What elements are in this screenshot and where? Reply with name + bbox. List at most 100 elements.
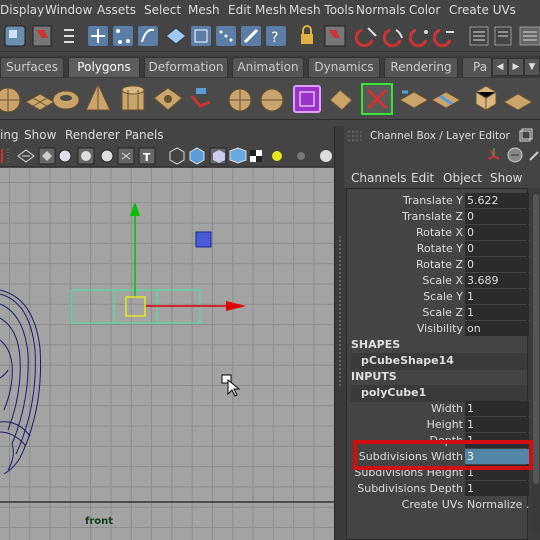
tab-animation[interactable]: Animation xyxy=(232,57,304,77)
shadows-icon[interactable] xyxy=(272,151,282,161)
input-row-height[interactable]: Height 1 xyxy=(351,417,529,433)
channel-row-visibility[interactable]: Visibility on xyxy=(351,321,529,337)
move-manipulator[interactable] xyxy=(125,202,246,317)
input-row-subdivisions-depth[interactable]: Subdivisions Depth 1 xyxy=(351,481,529,497)
poly-torus-icon[interactable] xyxy=(52,90,80,110)
float-panel-icon[interactable] xyxy=(519,128,533,142)
uv-map-icon[interactable] xyxy=(430,91,462,109)
active-tool-icon[interactable] xyxy=(361,83,393,115)
highlight-selection-icon[interactable] xyxy=(324,25,346,47)
tab-deformation[interactable]: Deformation xyxy=(144,57,228,77)
paint-select-icon[interactable] xyxy=(241,26,261,46)
viewport-menu-renderer[interactable]: Renderer xyxy=(65,128,120,142)
channel-row-translate-y[interactable]: Translate Y 5.622 xyxy=(351,193,529,209)
channel-row-scale-z[interactable]: Scale Z1 xyxy=(351,305,529,321)
shape-node-name[interactable]: pCubeShape14 xyxy=(351,353,527,370)
textured-icon[interactable] xyxy=(100,149,114,163)
channel-row-scale-x[interactable]: Scale X 3.689 xyxy=(351,273,529,289)
tab-partial[interactable]: Pa xyxy=(462,57,492,77)
poly-pyramid-icon[interactable] xyxy=(85,82,111,111)
menu-mesh-tools[interactable]: Mesh Tools xyxy=(289,3,354,17)
channel-value-field[interactable]: 1 xyxy=(465,481,529,496)
snap-plane-icon[interactable] xyxy=(432,28,454,48)
splitter-grip[interactable] xyxy=(339,236,341,386)
attribute-editor-toggle-icon[interactable] xyxy=(529,151,539,161)
lights-icon[interactable] xyxy=(117,147,135,165)
menu-color[interactable]: Color xyxy=(409,3,440,17)
snap-points-icon[interactable] xyxy=(216,26,236,46)
ambient-occlusion-icon[interactable] xyxy=(297,152,305,160)
channel-value-field[interactable]: 1 xyxy=(465,289,529,304)
xray-icon[interactable] xyxy=(209,147,227,165)
edge-mask-icon[interactable] xyxy=(138,26,158,46)
menu-assets[interactable]: Assets xyxy=(97,3,136,17)
select-by-component-icon[interactable] xyxy=(88,26,108,46)
channel-value-field[interactable]: 3.689 xyxy=(465,273,529,288)
viewport-menu-panels[interactable]: Panels xyxy=(125,128,164,142)
channel-value-field[interactable]: 0 xyxy=(465,257,529,272)
menu-window[interactable]: Window xyxy=(45,3,92,17)
channel-value-field[interactable]: 1 xyxy=(465,305,529,320)
vertex-mask-icon[interactable] xyxy=(113,26,133,46)
viewport-front[interactable]: front xyxy=(0,168,334,540)
bridge-icon[interactable] xyxy=(329,89,353,111)
channel-value-field[interactable]: 1 xyxy=(465,401,529,416)
menu-create-uvs[interactable]: Create UVs xyxy=(449,3,516,17)
cube-icon[interactable] xyxy=(475,85,497,111)
smooth-shade-icon[interactable] xyxy=(38,147,56,165)
poly-sphere-icon[interactable] xyxy=(0,87,21,113)
smooth-shade-all-icon[interactable] xyxy=(58,149,72,163)
anti-alias-icon[interactable] xyxy=(320,150,332,162)
mode-selector-icon[interactable] xyxy=(4,25,26,47)
render-view-icon[interactable] xyxy=(494,26,512,46)
channel-value-field[interactable]: 1 xyxy=(465,417,529,432)
channel-box-menu-edit[interactable]: Edit xyxy=(411,171,434,185)
split-tool-icon[interactable] xyxy=(398,90,430,109)
channel-value-field[interactable]: 0 xyxy=(465,209,529,224)
channel-box-menu-object[interactable]: Object xyxy=(443,171,482,185)
character-mesh-wireframe[interactable] xyxy=(0,289,42,475)
poly-cylinder-icon[interactable] xyxy=(121,85,145,111)
channel-row-rotate-y[interactable]: Rotate Y0 xyxy=(351,241,529,257)
tab-menu-icon[interactable]: ▼ xyxy=(524,58,540,76)
panel-splitter[interactable] xyxy=(334,126,344,540)
extrude-icon[interactable] xyxy=(190,88,211,108)
snap-curve-icon[interactable] xyxy=(382,28,403,48)
render-settings-icon[interactable] xyxy=(519,26,540,46)
hierarchy-icon[interactable] xyxy=(64,29,74,43)
channel-box-menu-channels[interactable]: Channels xyxy=(351,171,407,185)
text-icon[interactable]: T xyxy=(138,147,156,165)
uv-mask-icon[interactable] xyxy=(191,26,211,46)
menu-select[interactable]: Select xyxy=(144,3,181,17)
poly-plane-icon[interactable] xyxy=(24,93,56,111)
input-node-name[interactable]: polyCube1 xyxy=(351,385,527,402)
face-mask-icon[interactable] xyxy=(165,27,187,45)
xray-joints-icon[interactable] xyxy=(229,147,247,164)
wireframe-on-shaded-icon[interactable] xyxy=(77,147,95,165)
menu-edit-mesh[interactable]: Edit Mesh xyxy=(228,3,287,17)
channel-box-menu-show[interactable]: Show xyxy=(490,171,522,185)
menu-mesh[interactable]: Mesh xyxy=(188,3,220,17)
input-row-width[interactable]: Width 1 xyxy=(351,401,529,417)
tab-scroll-left-icon[interactable]: ◀ xyxy=(492,58,508,76)
checker-icon[interactable] xyxy=(250,150,262,162)
tab-surfaces[interactable]: Surfaces xyxy=(0,57,64,77)
channel-value-field[interactable]: on xyxy=(465,321,529,336)
channel-row-rotate-z[interactable]: Rotate Z0 xyxy=(351,257,529,273)
viewport-menu-shading[interactable]: ing xyxy=(0,128,19,142)
input-row-create-uvs[interactable]: Create UVsNormalize ... xyxy=(351,497,529,513)
channel-value-field[interactable]: 5.622 xyxy=(465,193,529,208)
viewport-menu-show[interactable]: Show xyxy=(24,128,56,142)
plane-alt-icon[interactable] xyxy=(502,93,534,111)
channel-value-field[interactable]: 0 xyxy=(465,241,529,256)
axis-manip-icon[interactable] xyxy=(488,148,500,160)
dock-handle-icon[interactable] xyxy=(348,131,362,141)
tab-polygons[interactable]: Polygons xyxy=(68,57,140,77)
combine-icon[interactable] xyxy=(293,85,321,113)
help-icon[interactable]: ? xyxy=(266,26,286,46)
channel-row-translate-z[interactable]: Translate Z0 xyxy=(351,209,529,225)
channel-box-scroll-thumb[interactable] xyxy=(533,194,539,484)
lock-icon[interactable] xyxy=(301,25,313,44)
snap-point-icon[interactable] xyxy=(408,28,428,48)
light-locator-icon[interactable] xyxy=(195,231,212,248)
